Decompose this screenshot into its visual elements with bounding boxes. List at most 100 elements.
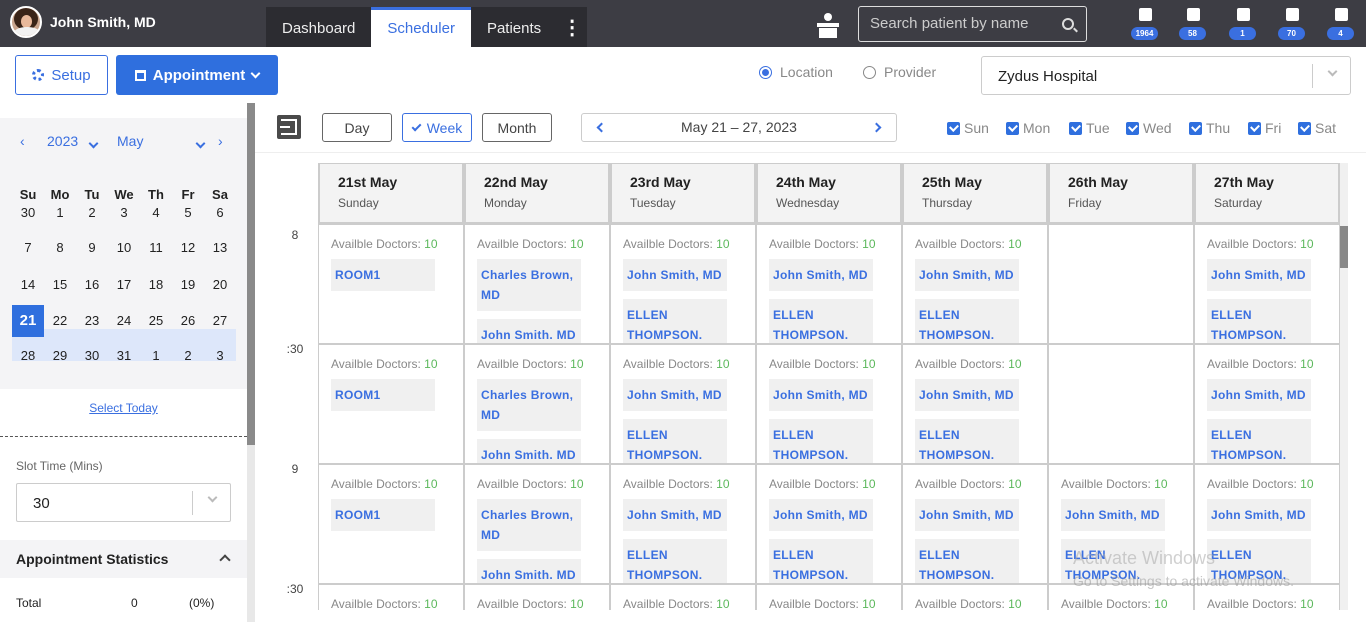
time-slot-cell[interactable]: Availble Doctors: 10 John Smith, MD ELLEN …	[903, 465, 1047, 583]
day-filter-wed[interactable]: Wed	[1126, 120, 1172, 136]
location-radio[interactable]: Location	[759, 64, 833, 80]
calendar-day[interactable]: 9	[76, 232, 108, 264]
doctor-chip[interactable]: John Smith, MD	[1207, 499, 1311, 531]
calendar-day[interactable]: 23	[76, 305, 108, 337]
doctor-chip[interactable]: John Smith, MD	[769, 379, 873, 411]
time-slot-cell[interactable]: Availble Doctors: 10 John Smith, MD ELLEN …	[757, 225, 901, 343]
calendar-day[interactable]: 3	[204, 340, 236, 372]
select-today-link[interactable]: Select Today	[0, 401, 247, 415]
time-slot-cell[interactable]: Availble Doctors: 10 ROOM1	[319, 465, 463, 583]
doctor-chip[interactable]: John Smith, MD	[1207, 259, 1311, 291]
time-slot-cell[interactable]: Availble Doctors: 10	[903, 585, 1047, 610]
next-week-icon[interactable]	[871, 122, 882, 133]
time-slot-cell[interactable]: Availble Doctors: 10 John Smith, MD ELLEN …	[757, 345, 901, 463]
sidebar-scrollbar-thumb[interactable]	[247, 103, 255, 445]
day-filter-thu[interactable]: Thu	[1189, 120, 1230, 136]
day-view-button[interactable]: Day	[322, 113, 392, 142]
month-select[interactable]: May	[117, 133, 143, 149]
doctor-chip[interactable]: John Smith, MD	[915, 379, 1019, 411]
doctor-chip[interactable]: ELLEN THOMPSON.	[769, 419, 873, 463]
doctor-chip[interactable]: John Smith, MD	[1061, 499, 1165, 531]
calendar-day[interactable]: 15	[44, 269, 76, 301]
day-filter-fri[interactable]: Fri	[1248, 120, 1281, 136]
time-slot-cell[interactable]: Availble Doctors: 10	[465, 585, 609, 610]
doctor-chip[interactable]: ELLEN THOMPSON.	[623, 299, 727, 343]
calendar-day[interactable]: 17	[108, 269, 140, 301]
calendar-day[interactable]: 16	[76, 269, 108, 301]
doctor-chip[interactable]: John Smith, MD	[769, 499, 873, 531]
calendar-day[interactable]: 1	[44, 197, 76, 229]
doctor-chip[interactable]: John Smith. MD	[477, 319, 581, 343]
calendar-day[interactable]: 30	[76, 340, 108, 372]
calendar-day[interactable]: 5	[172, 197, 204, 229]
doctor-chip[interactable]: ELLEN THOMPSON.	[623, 419, 727, 463]
prev-week-icon[interactable]	[596, 122, 607, 133]
time-slot-cell[interactable]: Availble Doctors: 10 John Smith, MD ELLEN …	[757, 465, 901, 583]
doctor-chip[interactable]: Charles Brown, MD	[477, 259, 581, 311]
calendar-day[interactable]: 1	[140, 340, 172, 372]
time-slot-cell[interactable]: Availble Doctors: 10 John Smith, MD ELLEN …	[1195, 465, 1339, 583]
doctor-chip[interactable]: John Smith. MD	[477, 559, 581, 583]
day-filter-tue[interactable]: Tue	[1069, 120, 1110, 136]
patient-search-input[interactable]: Search patient by name	[858, 6, 1087, 42]
calendar-day[interactable]: 2	[76, 197, 108, 229]
tab-dashboard[interactable]: Dashboard	[266, 7, 371, 47]
doctor-chip[interactable]: ELLEN THOMPSON.	[769, 539, 873, 583]
day-filter-sun[interactable]: Sun	[947, 120, 989, 136]
doctor-chip[interactable]: John Smith, MD	[623, 499, 727, 531]
tab-scheduler[interactable]: Scheduler	[371, 7, 471, 47]
next-month-icon[interactable]: ›	[218, 133, 223, 149]
calendar-day[interactable]: 20	[204, 269, 236, 301]
doctor-chip[interactable]: Charles Brown, MD	[477, 499, 581, 551]
time-slot-cell[interactable]: Availble Doctors: 10 ROOM1	[319, 225, 463, 343]
calendar-day[interactable]: 2	[172, 340, 204, 372]
time-slot-cell[interactable]: Availble Doctors: 10 John Smith, MD ELLEN …	[903, 225, 1047, 343]
time-slot-cell[interactable]: Availble Doctors: 10 Charles Brown, MD Joh…	[465, 345, 609, 463]
search-icon[interactable]	[1062, 18, 1074, 30]
calendar-day[interactable]: 3	[108, 197, 140, 229]
calendar-day[interactable]: 12	[172, 232, 204, 264]
tab-patients[interactable]: Patients	[471, 7, 557, 47]
folder-tool-button[interactable]: 1964	[1129, 6, 1163, 42]
calendar-day[interactable]: 19	[172, 269, 204, 301]
sidebar-scrollbar-track[interactable]	[247, 445, 255, 622]
calendar-day[interactable]: 11	[140, 232, 172, 264]
lab-tool-button[interactable]: 1	[1227, 6, 1261, 42]
calendar-day[interactable]: 14	[12, 269, 44, 301]
time-slot-cell[interactable]: Availble Doctors: 10 Charles Brown, MD Joh…	[465, 225, 609, 343]
calendar-day[interactable]: 31	[108, 340, 140, 372]
reception-desk-icon[interactable]	[814, 11, 842, 39]
doctor-chip[interactable]: John Smith. MD	[477, 439, 581, 463]
doctor-chip[interactable]: John Smith, MD	[623, 379, 727, 411]
doctor-chip[interactable]: ELLEN THOMPSON.	[769, 299, 873, 343]
time-slot-cell[interactable]	[1049, 345, 1193, 463]
calendar-day[interactable]: 30	[12, 197, 44, 229]
doctor-chip[interactable]: ROOM1	[331, 499, 435, 531]
doctor-chip[interactable]: ELLEN THOMPSON.	[1207, 419, 1311, 463]
time-slot-cell[interactable]: Availble Doctors: 10 John Smith, MD ELLEN …	[611, 225, 755, 343]
appointment-statistics-header[interactable]: Appointment Statistics	[0, 540, 247, 578]
time-slot-cell[interactable]	[1049, 225, 1193, 343]
doctor-chip[interactable]: John Smith, MD	[915, 499, 1019, 531]
doctor-chip[interactable]: John Smith, MD	[1207, 379, 1311, 411]
doctor-chip[interactable]: ROOM1	[331, 379, 435, 411]
calendar-day[interactable]: 18	[140, 269, 172, 301]
time-slot-cell[interactable]: Availble Doctors: 10 John Smith, MD ELLEN …	[1195, 225, 1339, 343]
calendar-day[interactable]: 13	[204, 232, 236, 264]
day-filter-sat[interactable]: Sat	[1298, 120, 1336, 136]
pharmacy-tool-button[interactable]: 70	[1276, 6, 1310, 42]
doctor-chip[interactable]: ELLEN THOMPSON.	[915, 539, 1019, 583]
location-select[interactable]: Zydus Hospital	[981, 56, 1351, 95]
calendar-day[interactable]: 4	[140, 197, 172, 229]
day-filter-mon[interactable]: Mon	[1006, 120, 1050, 136]
calendar-day[interactable]: 10	[108, 232, 140, 264]
notes-tool-button[interactable]: 4	[1325, 6, 1359, 42]
prev-month-icon[interactable]: ‹	[20, 133, 25, 149]
doctor-chip[interactable]: John Smith, MD	[623, 259, 727, 291]
appointment-button[interactable]: Appointment	[116, 55, 278, 95]
time-slot-cell[interactable]: Availble Doctors: 10	[611, 585, 755, 610]
time-slot-cell[interactable]: Availble Doctors: 10 John Smith, MD ELLEN …	[903, 345, 1047, 463]
time-slot-cell[interactable]: Availble Doctors: 10 John Smith, MD ELLEN …	[611, 345, 755, 463]
calendar-day[interactable]: 27	[204, 305, 236, 337]
calendar-day[interactable]: 21	[12, 305, 44, 337]
